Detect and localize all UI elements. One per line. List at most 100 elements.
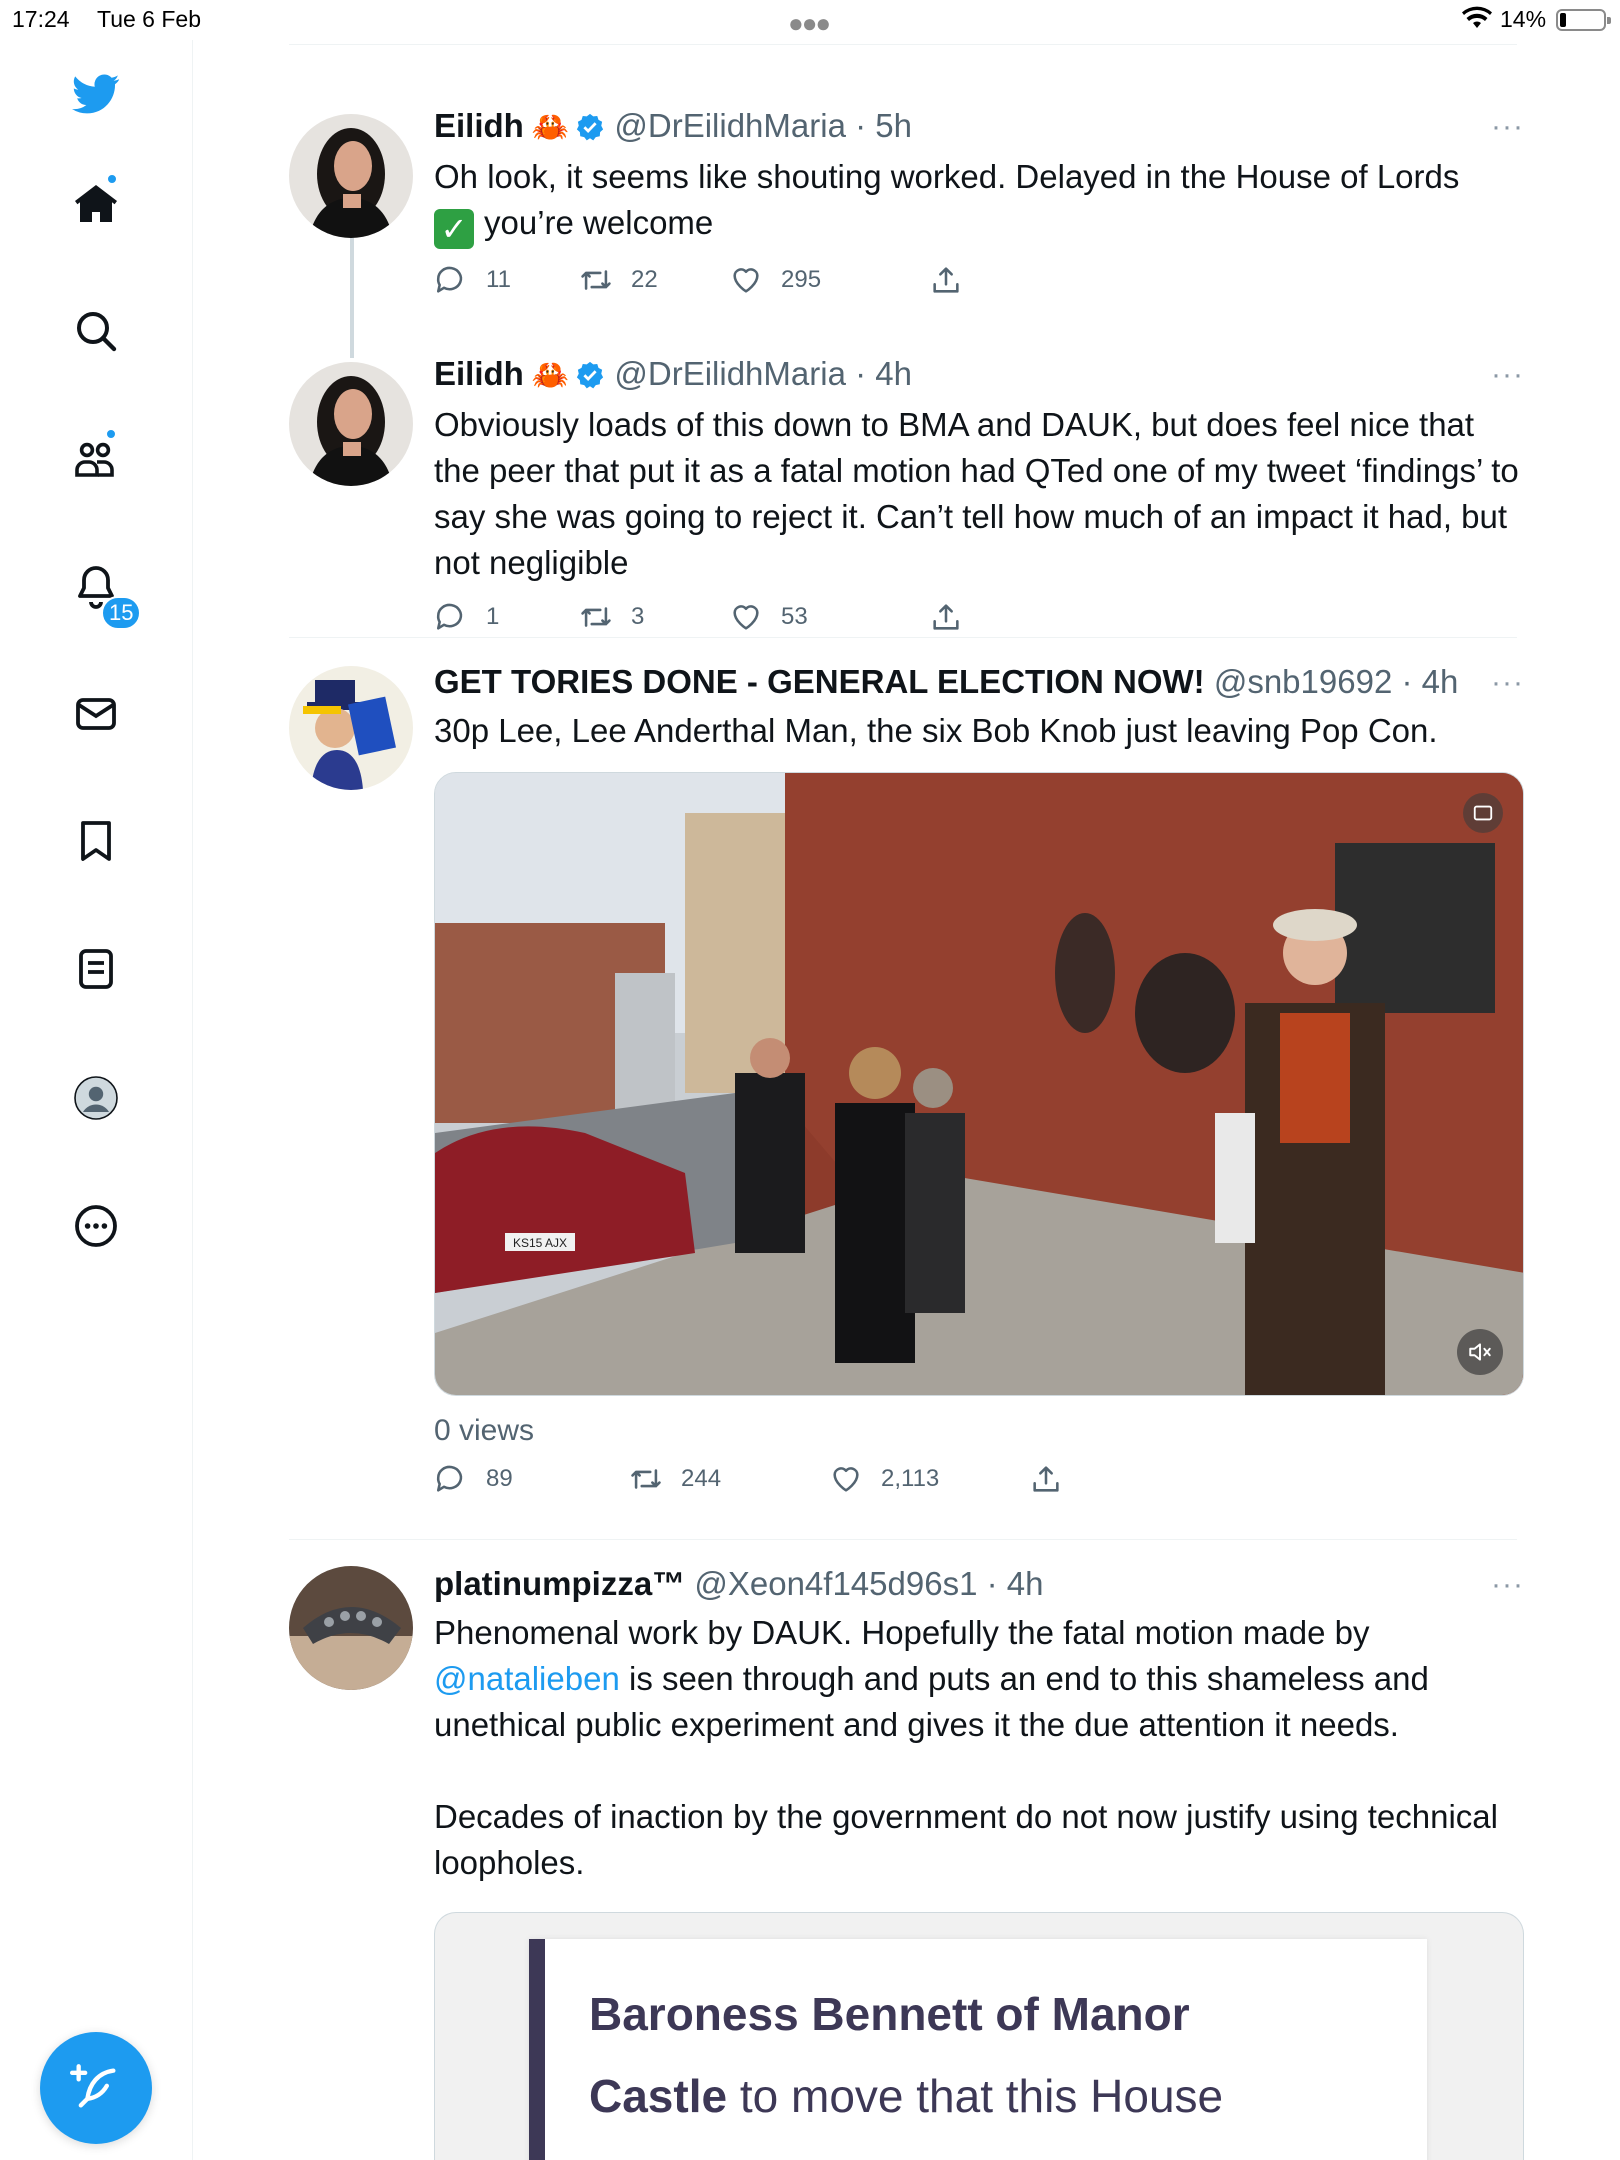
more-options-icon[interactable]: ··· (1491, 1568, 1524, 1602)
verified-badge-icon (577, 361, 604, 389)
more-options-icon[interactable]: ··· (1491, 358, 1524, 392)
avatar[interactable] (289, 114, 413, 238)
tweet-text-line: Oh look, it seems like shouting worked. … (434, 158, 1460, 195)
tweet-actions: 89 244 2,113 (434, 1462, 1524, 1502)
retweet-icon (581, 270, 611, 290)
share-button[interactable] (929, 600, 981, 634)
tweet-time[interactable]: · 4h (987, 1565, 1044, 1602)
display-name[interactable]: Eilidh (434, 355, 524, 392)
retweet-count: 244 (681, 1465, 722, 1492)
reply-icon (436, 603, 463, 630)
share-icon (933, 267, 959, 293)
lists-icon[interactable] (66, 939, 126, 999)
home-icon[interactable] (66, 174, 126, 234)
tweet-actions: 11 22 295 (434, 263, 1524, 303)
avatar[interactable] (289, 1566, 413, 1690)
video-thumbnail: KS15 AJX (435, 773, 1523, 1395)
status-bar: 17:24 Tue 6 Feb ●●● 14% (0, 0, 1620, 40)
reply-count: 89 (486, 1465, 513, 1492)
handle[interactable]: @snb19692 (1214, 663, 1392, 700)
tweet-header: Eilidh 🦀 @DrEilidhMaria · 5h (434, 104, 1524, 150)
heart-icon (733, 268, 759, 293)
share-button[interactable] (1029, 1462, 1081, 1496)
display-name[interactable]: GET TORIES DONE - GENERAL ELECTION NOW! (434, 663, 1205, 700)
tweet-text-line: you’re welcome (484, 204, 714, 241)
home-unread-dot (106, 173, 118, 185)
retweet-button[interactable]: 244 (629, 1462, 721, 1496)
communities-icon[interactable] (66, 429, 126, 489)
handle[interactable]: @DrEilidhMaria (614, 107, 846, 144)
handle[interactable]: @DrEilidhMaria (614, 355, 846, 392)
handle[interactable]: @Xeon4f145d96s1 (694, 1565, 977, 1602)
document-line-bold: Castle (589, 2070, 728, 2122)
tweet-text-line: Phenomenal work by DAUK. Hopefully the f… (434, 1614, 1370, 1651)
profile-icon[interactable] (66, 1068, 126, 1128)
tweet-time[interactable]: · 4h (1401, 663, 1458, 700)
tweet[interactable]: platinumpizza™ @Xeon4f145d96s1 · 4h ··· … (289, 1540, 1524, 2160)
avatar[interactable] (289, 666, 413, 790)
communities-unread-dot (105, 428, 117, 440)
captions-icon[interactable] (1463, 793, 1503, 833)
tweet-header: Eilidh 🦀 @DrEilidhMaria · 4h (434, 352, 1524, 398)
tweet-time[interactable]: · 4h (855, 355, 912, 392)
reply-icon (436, 1465, 463, 1492)
retweet-icon (581, 607, 611, 627)
image-attachment[interactable]: Baroness Bennett of Manor Castle to move… (434, 1912, 1524, 2160)
tweet-text-paragraph: Decades of inaction by the government do… (434, 1798, 1498, 1881)
retweet-button[interactable]: 3 (579, 600, 644, 634)
display-name[interactable]: platinumpizza™ (434, 1565, 685, 1602)
like-button[interactable]: 2,113 (829, 1462, 939, 1496)
reply-button[interactable]: 1 (434, 600, 499, 634)
tweet-header: platinumpizza™ @Xeon4f145d96s1 · 4h (434, 1562, 1524, 1606)
license-plate: KS15 AJX (513, 1236, 567, 1250)
like-button[interactable]: 53 (729, 600, 808, 634)
tweet-time[interactable]: · 5h (855, 107, 912, 144)
divider (289, 44, 1517, 45)
share-button[interactable] (929, 263, 981, 297)
share-icon (1033, 1466, 1059, 1492)
sidebar-nav: 15 (0, 40, 193, 2160)
tweet[interactable]: Eilidh 🦀 @DrEilidhMaria · 5h ··· Oh look,… (289, 76, 1523, 306)
notification-count-badge: 15 (101, 596, 142, 630)
messages-icon[interactable] (66, 684, 126, 744)
tweet-text: Phenomenal work by DAUK. Hopefully the f… (434, 1610, 1524, 1748)
retweet-button[interactable]: 22 (579, 263, 658, 297)
twitter-logo-icon[interactable] (66, 64, 126, 124)
explore-icon[interactable] (66, 301, 126, 361)
tweet-header: GET TORIES DONE - GENERAL ELECTION NOW! … (434, 660, 1524, 704)
tweet-actions: 1 3 53 (434, 600, 1524, 640)
reply-icon (436, 266, 463, 293)
document-excerpt: Baroness Bennett of Manor Castle to move… (529, 1939, 1427, 2160)
timeline: Eilidh 🦀 @DrEilidhMaria · 5h ··· Oh look,… (193, 40, 1620, 2160)
document-line: declines to approve the draft (589, 2137, 1427, 2160)
more-options-icon[interactable]: ··· (1491, 110, 1524, 144)
document-line-text: Baroness Bennett of Manor (589, 1988, 1190, 2040)
avatar[interactable] (289, 362, 413, 486)
mention-link[interactable]: @natalieben (434, 1660, 620, 1697)
tweet[interactable]: GET TORIES DONE - GENERAL ELECTION NOW! … (289, 638, 1524, 1578)
tweet-text: Oh look, it seems like shouting worked. … (434, 154, 1524, 249)
more-icon[interactable] (66, 1196, 126, 1256)
reply-button[interactable]: 11 (434, 263, 511, 297)
crab-icon: 🦀 (531, 359, 570, 392)
reply-count: 11 (486, 266, 511, 293)
display-name[interactable]: Eilidh (434, 107, 524, 144)
battery-percentage: 14% (1500, 6, 1547, 32)
tweet-text: Obviously loads of this down to BMA and … (434, 406, 1519, 581)
verified-badge-icon (577, 113, 604, 141)
more-options-icon[interactable]: ··· (1491, 666, 1524, 700)
battery-icon (1556, 9, 1611, 31)
reply-button[interactable]: 89 (434, 1462, 513, 1496)
check-mark-icon: ✓ (434, 209, 474, 249)
compose-icon (70, 2064, 116, 2108)
compose-tweet-button[interactable] (40, 2032, 152, 2144)
video-player[interactable]: KS15 AJX (434, 772, 1524, 1396)
heart-icon (833, 1467, 859, 1492)
view-count: 0 views (434, 1414, 535, 1447)
bookmarks-icon[interactable] (66, 811, 126, 871)
mute-toggle-icon[interactable] (1457, 1329, 1503, 1375)
multitasking-dots-icon[interactable]: ●●● (788, 8, 831, 39)
reply-count: 1 (486, 603, 500, 630)
like-button[interactable]: 295 (729, 263, 821, 297)
tweet[interactable]: Eilidh 🦀 @DrEilidhMaria · 4h ··· Obviousl… (289, 326, 1523, 630)
